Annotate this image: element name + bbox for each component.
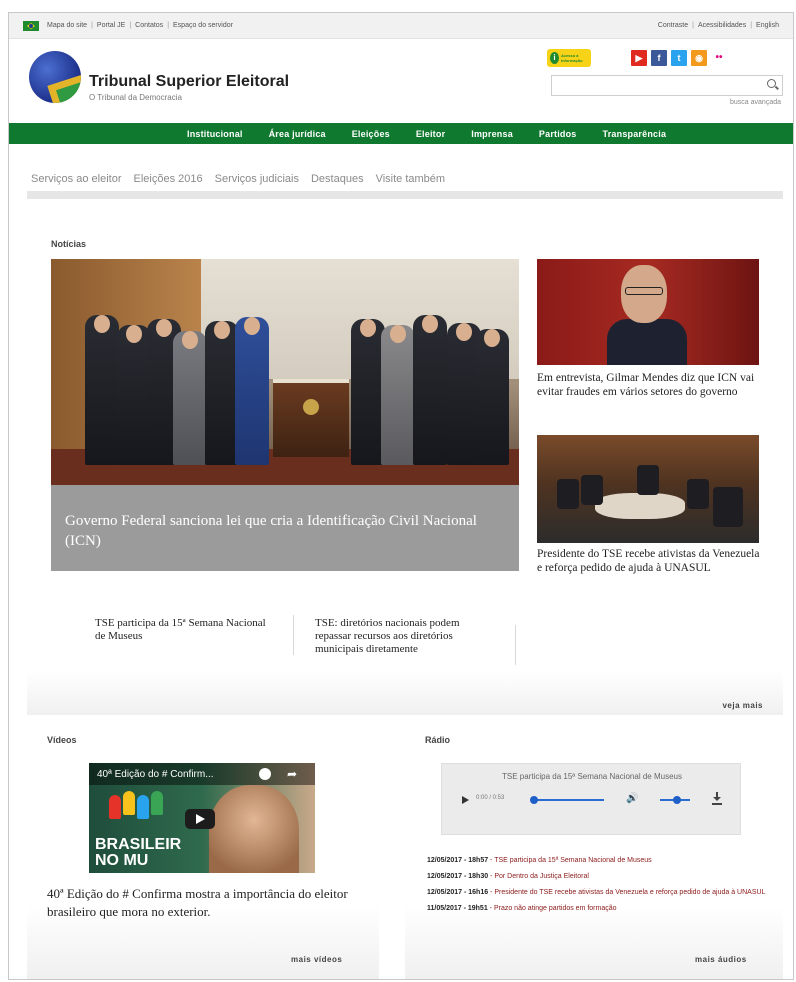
audio-progress-track[interactable] [534, 799, 604, 801]
brazil-flag-icon [23, 21, 39, 31]
subnav-eleicoes-2016[interactable]: Eleições 2016 [134, 173, 203, 185]
small-news-2[interactable]: TSE: diretórios nacionais podem repassar… [315, 617, 495, 656]
separator: | [167, 22, 170, 29]
link-english[interactable]: English [756, 22, 779, 29]
flickr-icon[interactable]: •• [711, 50, 727, 66]
watch-later-icon[interactable] [259, 768, 271, 780]
nav-area-juridica[interactable]: Área jurídica [269, 129, 326, 139]
download-icon[interactable] [712, 792, 722, 805]
tse-logo-icon[interactable] [29, 51, 81, 103]
subnav-servicos-judiciais[interactable]: Serviços judiciais [215, 173, 299, 185]
link-mapa-do-site[interactable]: Mapa do site [47, 22, 87, 29]
info-icon: i [550, 52, 559, 64]
radio-item[interactable]: 12/05/2017 - 16h16 - Presidente do TSE r… [427, 885, 767, 901]
nav-transparencia[interactable]: Transparência [603, 129, 667, 139]
site-subtitle: O Tribunal da Democracia [89, 93, 182, 102]
radio-section-title: Rádio [425, 735, 451, 745]
side-news-photo-1[interactable] [537, 259, 759, 365]
play-icon[interactable] [462, 796, 469, 804]
advanced-search-link[interactable]: busca avançada [730, 99, 781, 106]
divider [293, 615, 294, 655]
subnav-servicos-eleitor[interactable]: Serviços ao eleitor [31, 173, 122, 185]
facebook-icon[interactable]: f [651, 50, 667, 66]
volume-icon[interactable]: 🔊 [626, 793, 638, 804]
video-player[interactable]: 40ª Edição do # Confirm... ➦ BRASILEIR NO… [89, 763, 315, 873]
small-news-1[interactable]: TSE participa da 15ª Semana Nacional de … [95, 617, 275, 643]
kids-illustration-icon [109, 789, 179, 823]
sub-nav: Serviços ao eleitor Eleições 2016 Serviç… [31, 173, 445, 185]
separator: | [91, 22, 93, 29]
separator: | [692, 22, 694, 29]
acesso-informacao-label: Acesso à Informação [560, 53, 583, 63]
video-thumb-overlay-text: BRASILEIR NO MU [95, 836, 182, 869]
search-icon[interactable] [767, 79, 776, 88]
utility-bar: Mapa do site | Portal JE | Contatos | Es… [9, 13, 793, 39]
site-title[interactable]: Tribunal Superior Eleitoral [89, 73, 289, 91]
share-icon[interactable]: ➦ [287, 767, 297, 781]
acesso-informacao-button[interactable]: i Acesso à Informação [547, 49, 591, 67]
videos-section-title: Vídeos [47, 735, 77, 745]
veja-mais-link[interactable]: veja mais [722, 701, 763, 710]
news-section-title: Notícias [51, 239, 87, 249]
mais-videos-link[interactable]: mais vídeos [291, 955, 342, 964]
nav-eleitor[interactable]: Eleitor [416, 129, 445, 139]
link-espaco-servidor[interactable]: Espaço do servidor [173, 22, 233, 29]
mais-audios-link[interactable]: mais áudios [695, 955, 747, 964]
audio-player-title: TSE participa da 15ª Semana Nacional de … [502, 772, 682, 781]
page-frame: Mapa do site | Portal JE | Contatos | Es… [8, 12, 794, 980]
podium-crest-icon [273, 379, 349, 457]
nav-eleicoes[interactable]: Eleições [352, 129, 390, 139]
news-footer: veja mais [27, 671, 783, 715]
divider [515, 625, 516, 665]
subnav-visite-tambem[interactable]: Visite também [376, 173, 446, 185]
main-news-caption[interactable]: Governo Federal sanciona lei que cria a … [51, 485, 519, 571]
separator: | [750, 22, 753, 29]
side-news-headline-1[interactable]: Em entrevista, Gilmar Mendes diz que ICN… [537, 371, 761, 399]
search-box [551, 75, 783, 96]
radio-item[interactable]: 12/05/2017 - 18h30 - Por Dentro da Justi… [427, 869, 767, 885]
main-news-photo[interactable] [51, 259, 519, 485]
rss-icon[interactable]: ◉ [691, 50, 707, 66]
radio-item[interactable]: 12/05/2017 - 18h57 - TSE participa da 15… [427, 853, 767, 869]
youtube-icon[interactable]: ▶ [631, 50, 647, 66]
volume-handle[interactable] [673, 796, 681, 804]
video-thumb-title: 40ª Edição do # Confirm... [97, 769, 214, 780]
link-acessibilidades[interactable]: Acessibilidades [698, 22, 746, 29]
nav-institucional[interactable]: Institucional [187, 129, 243, 139]
side-news-photo-2[interactable] [537, 435, 759, 543]
nav-imprensa[interactable]: Imprensa [471, 129, 513, 139]
side-news-headline-2[interactable]: Presidente do TSE recebe ativistas da Ve… [537, 547, 761, 575]
subnav-divider [27, 191, 783, 199]
search-input[interactable] [552, 76, 752, 96]
radio-list: 12/05/2017 - 18h57 - TSE participa da 15… [427, 853, 767, 917]
video-title[interactable]: 40ª Edição do # Confirma mostra a import… [47, 885, 357, 921]
twitter-icon[interactable]: t [671, 50, 687, 66]
audio-player: TSE participa da 15ª Semana Nacional de … [441, 763, 741, 835]
separator: | [129, 22, 132, 29]
link-contraste[interactable]: Contraste [658, 22, 688, 29]
subnav-destaques[interactable]: Destaques [311, 173, 364, 185]
radio-item[interactable]: 11/05/2017 - 19h51 - Prazo não atinge pa… [427, 901, 767, 917]
main-news-headline[interactable]: Governo Federal sanciona lei que cria a … [65, 511, 485, 551]
audio-time: 0:00 / 0:53 [476, 795, 505, 801]
nav-partidos[interactable]: Partidos [539, 129, 577, 139]
main-nav: Institucional Área jurídica Eleições Ele… [9, 123, 793, 144]
link-contatos[interactable]: Contatos [135, 22, 163, 29]
play-icon[interactable] [185, 809, 215, 829]
audio-progress-handle[interactable] [530, 796, 538, 804]
link-portal-je[interactable]: Portal JE [97, 22, 125, 29]
social-links: ▶ f t ◉ •• [631, 50, 727, 66]
